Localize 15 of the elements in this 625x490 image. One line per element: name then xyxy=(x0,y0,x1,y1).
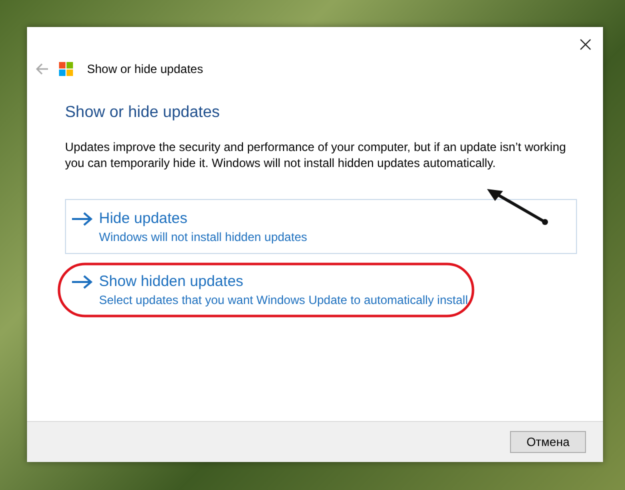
close-icon[interactable] xyxy=(580,39,591,50)
option-title: Hide updates xyxy=(99,209,188,228)
pointer-arrow-drawing xyxy=(485,186,549,226)
option-link[interactable]: Show hidden updates Select updates that you want Windows Update to automatically install xyxy=(65,262,577,317)
option-title: Show hidden updates xyxy=(99,272,244,291)
page-heading: Show or hide updates xyxy=(65,104,221,122)
windows-logo-icon xyxy=(59,62,73,76)
option-link[interactable]: Hide updates Windows will not install hidden updates xyxy=(65,199,577,254)
cancel-button[interactable]: Отмена xyxy=(510,431,586,453)
right-arrow-icon xyxy=(71,212,93,226)
right-arrow-icon xyxy=(71,275,93,289)
option-description: Windows will not install hidden updates xyxy=(99,229,308,245)
window-title: Show or hide updates xyxy=(87,62,204,76)
option-description: Select updates that you want Windows Update to automatically install xyxy=(99,292,468,308)
description-text: Updates improve the security and performance of your computer, but if an update isn’t working you can temporarily hide it. Windows will not install hidden updates automatically. xyxy=(65,139,567,171)
